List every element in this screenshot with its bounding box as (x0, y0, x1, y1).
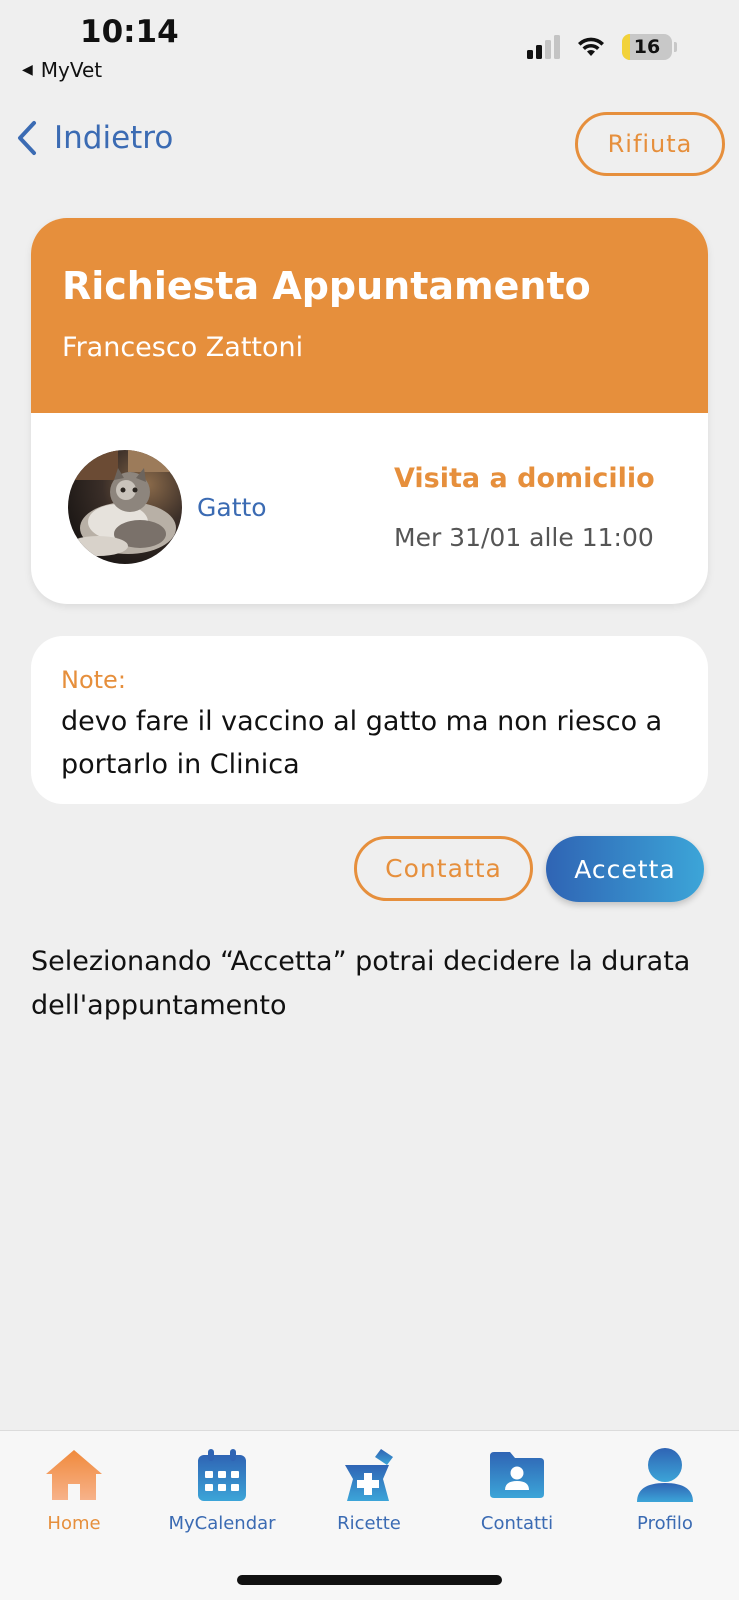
back-triangle-icon: ◀ (22, 62, 33, 78)
battery-icon: 16 (622, 34, 677, 60)
profile-icon (633, 1447, 697, 1503)
tab-ricette-label: Ricette (337, 1513, 401, 1534)
tab-home[interactable]: Home (4, 1447, 144, 1534)
chevron-left-icon (18, 121, 36, 155)
back-app-label: MyVet (40, 58, 103, 82)
signal-icon (527, 35, 560, 59)
appointment-card-body: Gatto Visita a domicilio Mer 31/01 alle … (31, 413, 708, 604)
tab-mycalendar[interactable]: MyCalendar (152, 1447, 292, 1534)
home-indicator (237, 1575, 502, 1585)
appointment-request-screen: 10:14 ◀ MyVet 16 Indietro Rifiuta Richie… (0, 0, 739, 1600)
tab-home-label: Home (47, 1513, 101, 1534)
tab-ricette[interactable]: Ricette (299, 1447, 439, 1534)
accept-hint-text: Selezionando “Accetta” potrai decidere l… (31, 946, 691, 1021)
contacts-folder-icon (485, 1447, 549, 1503)
tab-contatti[interactable]: Contatti (447, 1447, 587, 1534)
battery-percentage: 16 (633, 36, 661, 58)
contact-button[interactable]: Contatta (354, 836, 533, 901)
status-time: 10:14 (80, 14, 179, 50)
prescription-icon (337, 1447, 401, 1503)
pet-type: Gatto (197, 493, 267, 522)
pet-photo (68, 450, 182, 564)
notes-text: devo fare il vaccino al gatto ma non rie… (61, 706, 663, 780)
back-to-app-link[interactable]: ◀ MyVet (22, 58, 102, 82)
reject-button[interactable]: Rifiuta (575, 112, 725, 176)
back-button[interactable]: Indietro (16, 120, 173, 156)
calendar-icon (190, 1447, 254, 1503)
visit-type: Visita a domicilio (394, 463, 655, 494)
notes-card: Note: devo fare il vaccino al gatto ma n… (31, 636, 708, 804)
tab-contatti-label: Contatti (480, 1513, 554, 1534)
client-name: Francesco Zattoni (62, 332, 304, 363)
tab-profilo[interactable]: Profilo (595, 1447, 735, 1534)
tab-profilo-label: Profilo (637, 1513, 693, 1534)
appointment-title: Richiesta Appuntamento (62, 264, 591, 308)
visit-date-time: Mer 31/01 alle 11:00 (394, 523, 654, 552)
tab-mycalendar-label: MyCalendar (168, 1513, 276, 1534)
home-icon (42, 1447, 106, 1503)
status-icons: 16 (527, 34, 677, 60)
appointment-card-header: Richiesta Appuntamento Francesco Zattoni (31, 218, 708, 413)
wifi-icon (578, 37, 604, 56)
appointment-card: Richiesta Appuntamento Francesco Zattoni (31, 218, 708, 604)
notes-label: Note: (61, 666, 126, 694)
back-button-label: Indietro (54, 120, 174, 156)
accept-button[interactable]: Accetta (546, 836, 704, 902)
